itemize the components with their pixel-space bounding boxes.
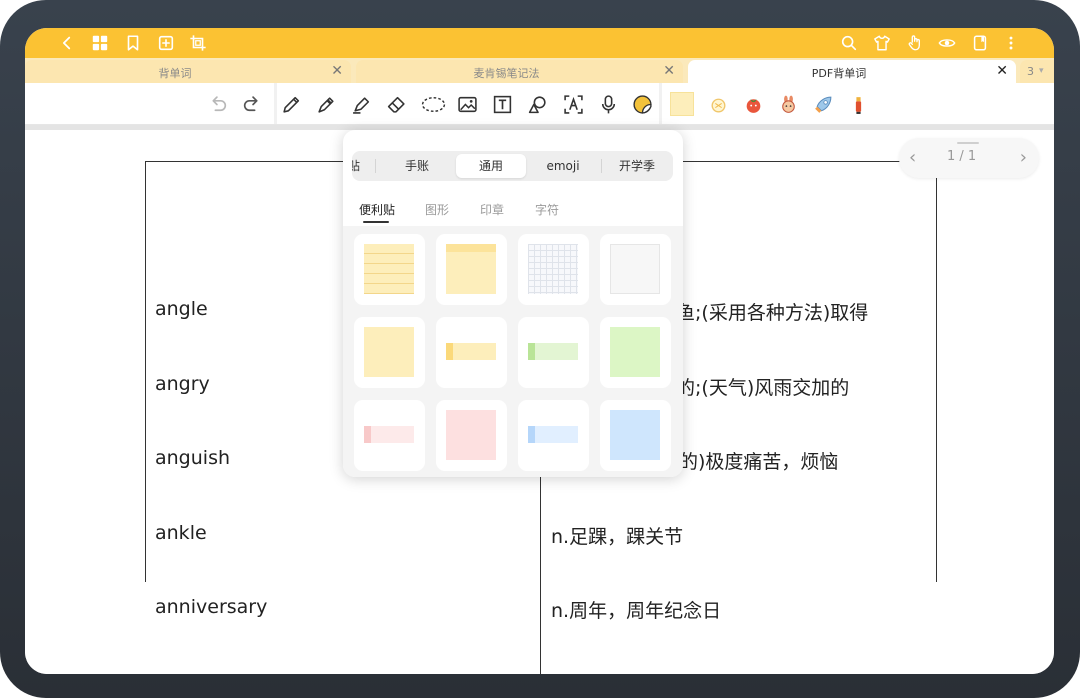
image-icon[interactable] — [455, 92, 479, 116]
document-tabs: 背单词 ✕ 麦肯锡笔记法 ✕ PDF背单词 ✕ 3 ▾ — [25, 58, 1054, 83]
definition-cell: n.周年，周年纪念日 — [551, 600, 722, 622]
sticker-panel: 贴 手账 通用 emoji 开学季 便利贴 图形 印章 字符 — [343, 130, 683, 477]
yellow-strip-note[interactable] — [436, 317, 507, 388]
blue-square-note[interactable] — [600, 400, 671, 471]
grid-note[interactable] — [518, 234, 589, 305]
subtab-characters[interactable]: 字符 — [535, 201, 559, 218]
eye-icon[interactable] — [936, 32, 958, 54]
sticky-note-grid — [343, 226, 683, 477]
marker-sticker-icon[interactable] — [846, 92, 870, 116]
tab-document[interactable]: 麦肯锡笔记法 ✕ — [356, 60, 683, 83]
bunny-sticker-icon[interactable] — [776, 92, 800, 116]
plain-white-note[interactable] — [600, 234, 671, 305]
app-screen: 背单词 ✕ 麦肯锡笔记法 ✕ PDF背单词 ✕ 3 ▾ angle angry … — [25, 28, 1054, 674]
tab-count: 3 — [1027, 65, 1034, 78]
yellow-tab-note[interactable] — [436, 234, 507, 305]
shape-icon[interactable] — [525, 92, 549, 116]
search-icon[interactable] — [838, 32, 860, 54]
microphone-icon[interactable] — [596, 92, 620, 116]
sticker-icon[interactable] — [630, 92, 654, 116]
word-cell: angle — [155, 298, 208, 320]
tab-category[interactable]: 贴 — [352, 151, 360, 181]
definition-cell: n.足踝，踝关节 — [551, 526, 684, 548]
word-cell: ankle — [155, 522, 207, 544]
highlighter-icon[interactable] — [349, 92, 373, 116]
definition-cell: 的)极度痛苦，烦恼 — [679, 451, 839, 473]
close-icon[interactable]: ✕ — [331, 63, 343, 79]
page-count: 1 / 1 — [947, 149, 977, 164]
subtab-sticky-notes[interactable]: 便利贴 — [359, 201, 395, 218]
grid-icon[interactable] — [89, 32, 111, 54]
pink-strip-note[interactable] — [354, 400, 425, 471]
back-icon[interactable] — [56, 32, 78, 54]
tool-bar — [25, 83, 1054, 125]
close-icon[interactable]: ✕ — [996, 63, 1008, 79]
tab-document-active[interactable]: PDF背单词 ✕ — [688, 60, 1016, 83]
lasso-icon[interactable] — [419, 92, 447, 116]
text-box-icon[interactable] — [490, 92, 514, 116]
sticker-category-tabs: 贴 手账 通用 emoji 开学季 — [352, 151, 673, 181]
rocket-sticker-icon[interactable] — [811, 92, 835, 116]
fountain-pen-icon[interactable] — [314, 92, 338, 116]
bookmark-icon[interactable] — [122, 32, 144, 54]
subtab-shapes[interactable]: 图形 — [425, 201, 449, 218]
definition-cell: 钓鱼;(采用各种方法)取得 — [657, 302, 869, 324]
eraser-icon[interactable] — [384, 92, 408, 116]
lemon-sticker-icon[interactable] — [706, 92, 730, 116]
chevron-right-icon[interactable]: › — [1020, 147, 1027, 168]
subtab-underline — [363, 221, 389, 223]
redo-icon[interactable] — [239, 92, 263, 116]
subtab-stamps[interactable]: 印章 — [480, 201, 504, 218]
close-icon[interactable]: ✕ — [663, 63, 675, 79]
tab-category-active[interactable]: 通用 — [456, 154, 526, 178]
sticky-note-icon[interactable] — [670, 92, 694, 116]
yellow-square-note[interactable] — [354, 317, 425, 388]
top-bar — [25, 28, 1054, 58]
word-cell: anniversary — [155, 596, 268, 618]
undo-icon[interactable] — [206, 92, 230, 116]
tab-divider — [375, 159, 376, 173]
ocr-text-icon[interactable] — [561, 92, 585, 116]
hand-icon[interactable] — [904, 32, 926, 54]
definition-cell: 怒的;(天气)风雨交加的 — [657, 377, 850, 399]
tomato-sticker-icon[interactable] — [741, 92, 765, 116]
drag-handle[interactable] — [957, 142, 979, 144]
tshirt-icon[interactable] — [871, 32, 893, 54]
toolbar-divider — [274, 83, 277, 124]
word-cell: anguish — [155, 447, 231, 469]
tab-label: 麦肯锡笔记法 — [473, 67, 540, 80]
tab-document[interactable]: 背单词 ✕ — [25, 60, 351, 83]
chevron-left-icon[interactable]: ‹ — [909, 147, 916, 168]
blue-strip-note[interactable] — [518, 400, 589, 471]
pen-icon[interactable] — [279, 92, 303, 116]
more-icon[interactable] — [1000, 32, 1022, 54]
tab-label: 背单词 — [158, 67, 192, 80]
word-cell: angry — [155, 373, 210, 395]
tab-category[interactable]: 开学季 — [602, 151, 672, 181]
chevron-down-icon: ▾ — [1039, 66, 1044, 76]
lined-yellow-note[interactable] — [354, 234, 425, 305]
sticker-subtabs: 便利贴 图形 印章 字符 — [343, 198, 683, 222]
book-icon[interactable] — [969, 32, 991, 54]
tab-label: PDF背单词 — [811, 67, 867, 80]
toolbar-divider — [659, 83, 662, 124]
add-page-icon[interactable] — [155, 32, 177, 54]
tab-category[interactable]: emoji — [529, 151, 597, 181]
green-strip-note[interactable] — [518, 317, 589, 388]
green-square-note[interactable] — [600, 317, 671, 388]
page-navigator: ‹ 1 / 1 › — [899, 138, 1039, 178]
tab-category[interactable]: 手账 — [377, 151, 457, 181]
tab-count-button[interactable]: 3 ▾ — [1020, 60, 1054, 83]
pink-square-note[interactable] — [436, 400, 507, 471]
crop-icon[interactable] — [187, 32, 209, 54]
